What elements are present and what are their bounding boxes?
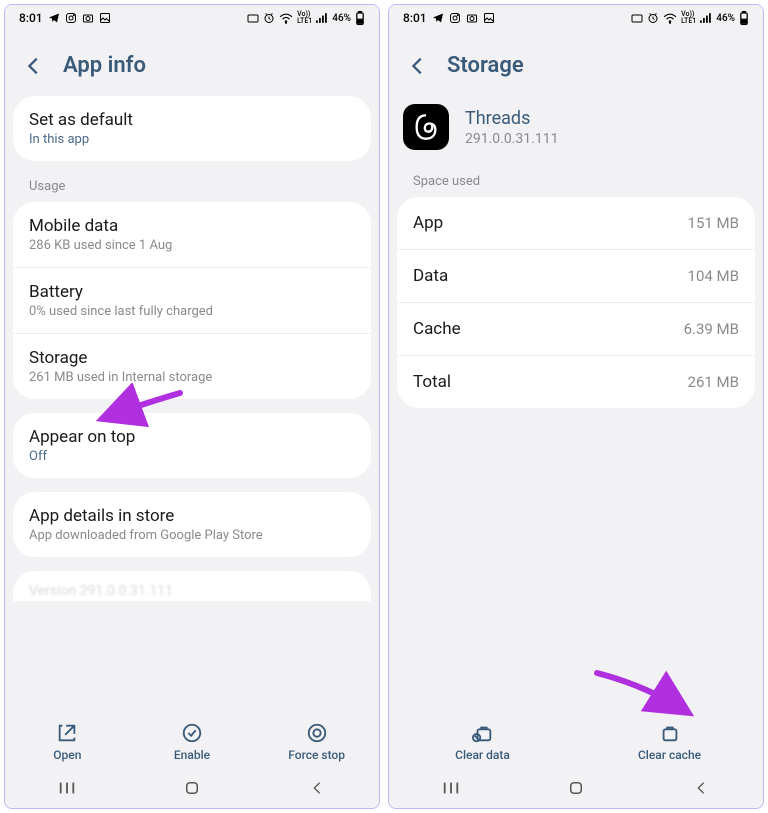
battery-title: Battery bbox=[29, 282, 355, 302]
bottom-actions: Open Enable Force stop bbox=[5, 712, 379, 768]
signal-icon bbox=[700, 13, 712, 23]
row-app: App 151 MB bbox=[397, 197, 755, 250]
camera-icon bbox=[466, 12, 478, 24]
enable-label: Enable bbox=[174, 748, 210, 762]
status-time: 8:01 bbox=[403, 11, 427, 25]
alarm-icon bbox=[647, 12, 659, 24]
open-button[interactable]: Open bbox=[22, 722, 112, 762]
clear-cache-button[interactable]: Clear cache bbox=[600, 722, 740, 762]
set-default-sub: In this app bbox=[29, 132, 355, 147]
status-bar: 8:01 Vo)) LTE1 46% bbox=[389, 5, 763, 31]
nav-back-icon[interactable] bbox=[691, 778, 711, 798]
force-stop-button[interactable]: Force stop bbox=[272, 722, 362, 762]
wifi-icon bbox=[663, 12, 677, 24]
battery-sub: 0% used since last fully charged bbox=[29, 304, 355, 319]
appear-sub: Off bbox=[29, 449, 355, 464]
appear-title: Appear on top bbox=[29, 427, 355, 447]
storage-sub: 261 MB used in Internal storage bbox=[29, 370, 355, 385]
camera-icon bbox=[82, 12, 94, 24]
cache-key: Cache bbox=[413, 319, 461, 339]
app-version: 291.0.0.31.111 bbox=[465, 131, 558, 147]
phone-right-storage: 8:01 Vo)) LTE1 46% Storage Threads 291.0… bbox=[388, 4, 764, 809]
set-default-title: Set as default bbox=[29, 110, 355, 130]
back-icon[interactable] bbox=[23, 55, 45, 77]
row-mobile-data[interactable]: Mobile data 286 KB used since 1 Aug bbox=[13, 202, 371, 268]
page-title: Storage bbox=[447, 53, 524, 78]
data-val: 104 MB bbox=[688, 267, 739, 285]
space-used-label: Space used bbox=[397, 170, 755, 197]
open-icon bbox=[56, 722, 78, 744]
row-battery[interactable]: Battery 0% used since last fully charged bbox=[13, 268, 371, 334]
battery-pct: 46% bbox=[716, 13, 735, 24]
wifi-icon bbox=[279, 12, 293, 24]
instagram-icon bbox=[449, 12, 461, 24]
card-details[interactable]: App details in store App downloaded from… bbox=[13, 492, 371, 557]
nav-back-icon[interactable] bbox=[307, 778, 327, 798]
card-set-default[interactable]: Set as default In this app bbox=[13, 96, 371, 161]
card-icon bbox=[247, 13, 259, 23]
status-time: 8:01 bbox=[19, 11, 43, 25]
total-key: Total bbox=[413, 372, 451, 392]
app-name: Threads bbox=[465, 108, 558, 129]
clear-cache-icon bbox=[659, 722, 681, 744]
stop-icon bbox=[306, 722, 328, 744]
nav-home-icon[interactable] bbox=[566, 778, 586, 798]
nav-bar bbox=[389, 768, 763, 808]
page-title: App info bbox=[63, 53, 146, 78]
telegram-icon bbox=[48, 12, 60, 24]
image-icon bbox=[483, 12, 495, 24]
row-total: Total 261 MB bbox=[397, 356, 755, 408]
force-stop-label: Force stop bbox=[288, 748, 345, 762]
app-header: Threads 291.0.0.31.111 bbox=[389, 96, 763, 170]
page-header: Storage bbox=[389, 31, 763, 96]
instagram-icon bbox=[65, 12, 77, 24]
network-label: Vo)) LTE1 bbox=[297, 11, 312, 25]
mobile-data-sub: 286 KB used since 1 Aug bbox=[29, 238, 355, 253]
open-label: Open bbox=[53, 748, 81, 762]
bottom-actions: Clear data Clear cache bbox=[389, 712, 763, 768]
nav-recents-icon[interactable] bbox=[441, 778, 461, 798]
page-header: App info bbox=[5, 31, 379, 96]
version-text: Version 291.0.0.31.111 bbox=[29, 583, 173, 599]
row-cache: Cache 6.39 MB bbox=[397, 303, 755, 356]
telegram-icon bbox=[432, 12, 444, 24]
app-key: App bbox=[413, 213, 443, 233]
row-data: Data 104 MB bbox=[397, 250, 755, 303]
clear-data-button[interactable]: Clear data bbox=[413, 722, 553, 762]
nav-home-icon[interactable] bbox=[182, 778, 202, 798]
card-version-cut: Version 291.0.0.31.111 bbox=[13, 571, 371, 601]
data-key: Data bbox=[413, 266, 448, 286]
battery-icon bbox=[739, 11, 749, 25]
network-label: Vo)) LTE1 bbox=[681, 11, 696, 25]
total-val: 261 MB bbox=[688, 373, 739, 391]
enable-button[interactable]: Enable bbox=[147, 722, 237, 762]
image-icon bbox=[99, 12, 111, 24]
alarm-icon bbox=[263, 12, 275, 24]
status-bar: 8:01 Vo)) LTE1 46% bbox=[5, 5, 379, 31]
row-storage[interactable]: Storage 261 MB used in Internal storage bbox=[13, 334, 371, 399]
signal-icon bbox=[316, 13, 328, 23]
usage-label: Usage bbox=[13, 175, 371, 202]
nav-bar bbox=[5, 768, 379, 808]
phone-left-app-info: 8:01 Vo)) LTE1 46% App info Set as defau… bbox=[4, 4, 380, 809]
cache-val: 6.39 MB bbox=[684, 320, 739, 338]
details-title: App details in store bbox=[29, 506, 355, 526]
storage-title: Storage bbox=[29, 348, 355, 368]
mobile-data-title: Mobile data bbox=[29, 216, 355, 236]
clear-data-icon bbox=[472, 722, 494, 744]
battery-pct: 46% bbox=[332, 13, 351, 24]
back-icon[interactable] bbox=[407, 55, 429, 77]
nav-recents-icon[interactable] bbox=[57, 778, 77, 798]
clear-cache-label: Clear cache bbox=[638, 748, 701, 762]
battery-icon bbox=[355, 11, 365, 25]
check-circle-icon bbox=[181, 722, 203, 744]
card-usage: Mobile data 286 KB used since 1 Aug Batt… bbox=[13, 202, 371, 399]
threads-app-icon bbox=[403, 104, 449, 150]
card-appear[interactable]: Appear on top Off bbox=[13, 413, 371, 478]
clear-data-label: Clear data bbox=[455, 748, 510, 762]
card-icon bbox=[631, 13, 643, 23]
card-space-used: App 151 MB Data 104 MB Cache 6.39 MB Tot… bbox=[397, 197, 755, 408]
app-val: 151 MB bbox=[688, 214, 739, 232]
details-sub: App downloaded from Google Play Store bbox=[29, 528, 355, 543]
